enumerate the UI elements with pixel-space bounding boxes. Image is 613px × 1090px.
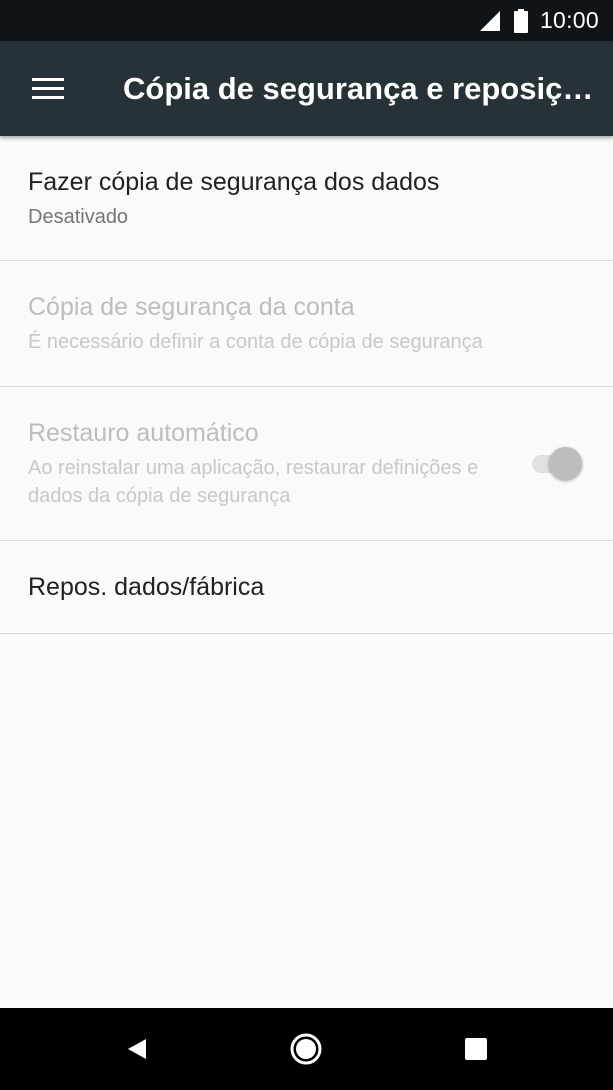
pref-backup-account-title: Cópia de segurança da conta	[28, 293, 355, 321]
pref-backup-data-title: Fazer cópia de segurança dos dados	[28, 168, 440, 196]
nav-bar	[0, 1008, 613, 1090]
cell-signal-icon	[479, 10, 500, 31]
app-bar: Cópia de segurança e reposiç…	[0, 41, 613, 136]
status-icons: 10:00	[478, 0, 599, 41]
preferences-list: Fazer cópia de segurança dos dados Desat…	[0, 136, 613, 634]
pref-auto-restore: Restauro automático Ao reinstalar uma ap…	[0, 387, 613, 541]
back-icon[interactable]	[121, 1033, 153, 1065]
pref-backup-account: Cópia de segurança da conta É necessário…	[0, 261, 613, 387]
menu-icon[interactable]	[32, 78, 64, 100]
auto-restore-switch	[530, 445, 582, 481]
page-title: Cópia de segurança e reposiç…	[123, 71, 594, 106]
pref-backup-data[interactable]: Fazer cópia de segurança dos dados Desat…	[0, 136, 613, 261]
status-time: 10:00	[539, 7, 599, 33]
pref-factory-reset[interactable]: Repos. dados/fábrica	[0, 541, 613, 634]
pref-backup-data-summary: Desativado	[28, 206, 129, 228]
switch-thumb	[549, 447, 582, 480]
pref-factory-reset-title: Repos. dados/fábrica	[28, 573, 265, 601]
home-icon[interactable]	[290, 1033, 322, 1065]
battery-icon	[513, 8, 528, 33]
pref-auto-restore-title: Restauro automático	[28, 419, 259, 447]
pref-backup-account-summary: É necessário definir a conta de cópia de…	[28, 331, 483, 353]
recents-icon[interactable]	[460, 1033, 492, 1065]
status-bar: 10:00	[0, 0, 613, 41]
pref-auto-restore-summary: Ao reinstalar uma aplicação, restaurar d…	[28, 457, 479, 507]
